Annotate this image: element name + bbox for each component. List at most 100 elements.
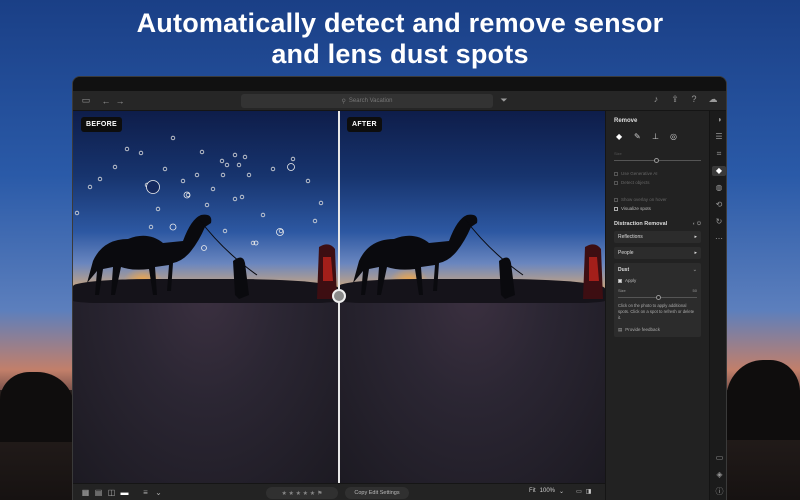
dust-size-label: Size: [618, 288, 626, 293]
compare-view-icon[interactable]: ◫: [105, 488, 118, 497]
bell-icon[interactable]: ♪: [649, 94, 663, 105]
help-icon[interactable]: ?: [687, 94, 701, 105]
stars[interactable]: ★ ★ ★ ★ ★: [282, 490, 316, 497]
filmstrip-icon[interactable]: ▭: [576, 488, 582, 495]
sort-chevron-icon[interactable]: ⌄: [152, 488, 165, 497]
forward-arrow-icon[interactable]: →: [113, 96, 127, 106]
toolbar-right-icons: ♪ ⇪ ? ☁: [649, 94, 720, 105]
remove-tools: ◆ ✎ ⊥ ◎: [614, 132, 701, 141]
after-badge: AFTER: [347, 117, 382, 132]
single-view-icon[interactable]: ▬: [118, 488, 131, 497]
photo-compare-area[interactable]: BEFORE AFTER: [73, 111, 605, 483]
brush-tool-icon[interactable]: ✎: [634, 132, 644, 141]
grid-view-icon[interactable]: ▦: [79, 488, 92, 497]
sidebar-toggle-icon[interactable]: ▭: [79, 95, 93, 106]
window-chrome: [73, 77, 726, 91]
eraser-tool-icon[interactable]: ◆: [616, 132, 626, 141]
masking-icon[interactable]: ◍: [716, 183, 723, 193]
remove-panel: Remove ◆ ✎ ⊥ ◎ Size Use Generative AI De…: [605, 111, 709, 500]
compare-divider-handle[interactable]: [332, 289, 346, 303]
fit-button[interactable]: Fit: [529, 488, 536, 495]
chevron-icon: ▸: [694, 234, 697, 240]
people-label: People: [618, 250, 634, 256]
dust-hint: Click on the photo to apply additional s…: [618, 303, 695, 320]
marketing-headline: Automatically detect and remove sensor a…: [0, 8, 800, 70]
dust-size-slider[interactable]: [618, 295, 697, 300]
more-icon[interactable]: ⋯: [715, 234, 723, 244]
before-photo[interactable]: BEFORE: [73, 111, 339, 483]
camel-silhouette-scene: [74, 135, 337, 299]
copy-edit-settings-button[interactable]: Copy Edit Settings: [345, 487, 409, 499]
refresh-icon[interactable]: ↻: [716, 217, 723, 227]
info-icon[interactable]: ⓘ: [716, 487, 724, 497]
clone-stamp-icon[interactable]: ⊥: [652, 132, 662, 141]
distraction-removal-header: Distraction Removal ◐ ⏻: [614, 221, 701, 227]
size-slider[interactable]: [614, 158, 701, 163]
panel-toggle-icon[interactable]: ◨: [586, 488, 592, 495]
bottom-toolbar: ▦ ▤ ◫ ▬ ≡ ⌄ ★ ★ ★ ★ ★ ⚑ Copy Edit Settin…: [73, 483, 605, 500]
camel-silhouette-scene: [353, 214, 603, 299]
red-eye-icon[interactable]: ◎: [670, 132, 680, 141]
rail-bottom: ▭ ◈ ⓘ: [710, 453, 726, 497]
feedback-label[interactable]: Provide feedback: [625, 327, 660, 333]
dust-slider-knob[interactable]: [656, 295, 661, 300]
eraser-icon[interactable]: ◆: [712, 166, 726, 176]
zoom-level[interactable]: 100%: [540, 488, 555, 495]
flag-icon[interactable]: ⚑: [317, 490, 322, 497]
provide-feedback-link[interactable]: ▤ Provide feedback: [618, 327, 697, 333]
checkbox[interactable]: [614, 197, 618, 202]
tool-rail: ◑ ☰ ⌗ ◆ ◍ ⟲ ↻ ⋯ ▭ ◈ ⓘ: [709, 111, 726, 500]
checkbox[interactable]: [614, 180, 618, 185]
zoom-controls: Fit 100% ⌄ ▭ ◨: [529, 488, 591, 495]
panel-title: Remove: [614, 118, 638, 124]
apply-check[interactable]: Apply: [618, 278, 697, 283]
app-window: ▭ ← → ⚲ Search Vacation ⏷ ♪ ⇪ ? ☁ BEFORE…: [72, 76, 727, 500]
before-badge: BEFORE: [81, 117, 122, 132]
filter-icon[interactable]: ⏷: [497, 95, 511, 106]
dust-header[interactable]: Dust ⌄: [618, 267, 697, 273]
feedback-icon: ▤: [618, 327, 623, 332]
headline-line-2: and lens dust spots: [271, 39, 529, 69]
share-icon[interactable]: ⇪: [668, 94, 682, 105]
visualize-spots-check[interactable]: Visualize spots: [614, 206, 701, 211]
zoom-chevron-icon[interactable]: ⌄: [559, 488, 564, 495]
size-label: Size: [614, 151, 622, 156]
background-tree-left: [0, 372, 74, 442]
dust-chevron-icon[interactable]: ⌄: [693, 267, 697, 273]
checkbox[interactable]: [618, 278, 622, 283]
checkbox[interactable]: [614, 171, 618, 176]
checkbox[interactable]: [614, 206, 618, 211]
apply-label: Apply: [625, 278, 637, 283]
section-title: Distraction Removal: [614, 221, 668, 227]
dust-label: Dust: [618, 267, 630, 273]
size-slider-knob[interactable]: [654, 158, 659, 163]
star-rating[interactable]: ★ ★ ★ ★ ★ ⚑: [266, 487, 338, 499]
reflections-label: Reflections: [618, 234, 643, 240]
dust-size-value: 50: [692, 288, 697, 293]
detect-objects-check[interactable]: Detect objects: [614, 180, 701, 185]
section-options-icon[interactable]: ◐ ⏻: [693, 221, 701, 227]
comment-icon[interactable]: ▭: [716, 453, 724, 463]
top-toolbar: ▭ ← → ⚲ Search Vacation ⏷ ♪ ⇪ ? ☁: [73, 91, 726, 111]
after-photo[interactable]: AFTER: [339, 111, 605, 483]
check-label: Show overlay on hover: [621, 197, 667, 202]
search-icon: ⚲: [341, 98, 346, 105]
tag-icon[interactable]: ◈: [716, 470, 722, 480]
sort-icon[interactable]: ≡: [139, 488, 152, 497]
back-arrow-icon[interactable]: ←: [99, 96, 113, 106]
sliders-icon[interactable]: ☰: [715, 132, 722, 142]
reflections-row[interactable]: Reflections ▸: [614, 231, 701, 243]
people-row[interactable]: People ▸: [614, 247, 701, 259]
search-input[interactable]: ⚲ Search Vacation: [241, 94, 493, 108]
square-grid-icon[interactable]: ▤: [92, 488, 105, 497]
history-icon[interactable]: ⟲: [716, 200, 723, 210]
edit-icon[interactable]: ◑: [717, 115, 722, 125]
search-placeholder: Search Vacation: [348, 98, 393, 104]
dust-section: Dust ⌄ Apply Size 50 Click on the photo …: [614, 263, 701, 337]
show-overlay-check[interactable]: Show overlay on hover: [614, 197, 701, 202]
cloud-icon[interactable]: ☁: [706, 94, 720, 105]
crop-icon[interactable]: ⌗: [717, 149, 722, 159]
background-tree-right: [726, 360, 800, 440]
check-label: Detect objects: [621, 180, 650, 185]
generative-ai-check[interactable]: Use Generative AI: [614, 171, 701, 176]
